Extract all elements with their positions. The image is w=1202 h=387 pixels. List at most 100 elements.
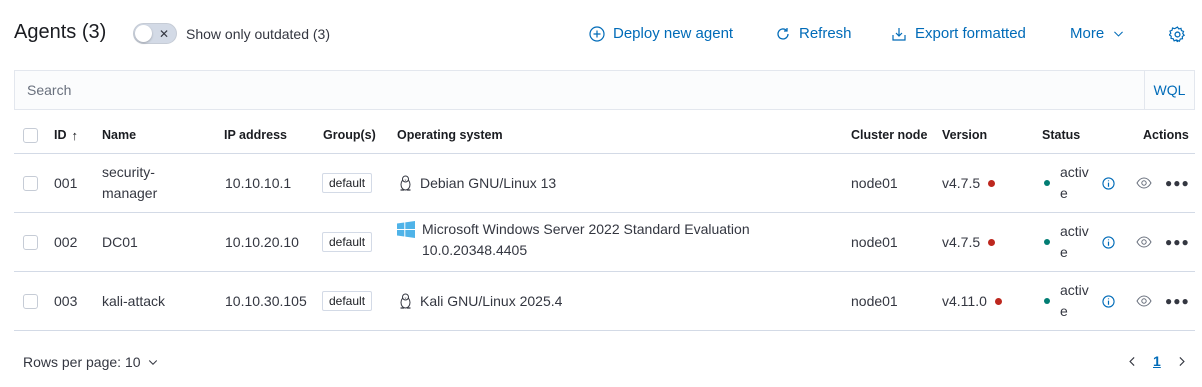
cluster-node: node01 (851, 175, 898, 191)
chevron-down-icon (1114, 31, 1124, 37)
chevron-right-icon[interactable] (1175, 355, 1188, 368)
row-checkbox[interactable] (23, 234, 38, 250)
export-formatted-label: Export formatted (915, 25, 1026, 42)
sort-ascending-icon: ↑ (71, 127, 79, 143)
linux-penguin-icon (400, 293, 411, 309)
column-header-groups[interactable]: Group(s) (323, 117, 376, 153)
agent-version: v4.7.5 (942, 175, 981, 191)
agent-name: kali-attack (102, 292, 166, 309)
rows-per-page-selector[interactable]: Rows per page: 10 (23, 354, 159, 370)
chevron-down-icon (148, 360, 157, 365)
refresh-icon (777, 27, 789, 40)
linux-penguin-icon (400, 175, 411, 191)
table-row[interactable]: 001 security-manager 10.10.10.1 default … (14, 154, 1195, 213)
status-dot (1044, 298, 1050, 304)
more-actions-icon[interactable]: ●●● (1165, 294, 1190, 308)
outdated-indicator (988, 179, 996, 187)
close-icon: ✕ (159, 27, 170, 41)
version-cell: v4.7.5 (942, 154, 996, 212)
toggle-knob (135, 25, 152, 42)
more-button[interactable]: More (1070, 25, 1125, 42)
select-all-cell (23, 117, 38, 153)
column-header-os[interactable]: Operating system (397, 117, 503, 153)
outdated-indicator (994, 297, 1002, 305)
agent-name: security-manager (102, 164, 158, 201)
version-cell: v4.11.0 (942, 272, 1002, 330)
info-icon[interactable] (1102, 294, 1115, 308)
cluster-node: node01 (851, 234, 898, 250)
refresh-label: Refresh (799, 25, 852, 42)
deploy-agent-label: Deploy new agent (613, 25, 734, 42)
header-bar: Agents (3) ✕ Show only outdated (3) Depl… (0, 0, 1202, 68)
agent-ip: 10.10.30.105 (225, 292, 307, 309)
wql-button[interactable]: WQL (1144, 71, 1194, 109)
deploy-agent-button[interactable]: Deploy new agent (589, 25, 733, 42)
column-header-name[interactable]: Name (102, 117, 136, 153)
os-name: Kali GNU/Linux 2025.4 (420, 293, 563, 309)
version-cell: v4.7.5 (942, 213, 996, 271)
gear-icon[interactable] (1169, 26, 1186, 43)
status-text: active (1060, 164, 1089, 201)
actions-cell: ●●● (1136, 154, 1190, 212)
outdated-toggle[interactable]: ✕ (133, 23, 177, 44)
agent-ip: 10.10.20.10 (225, 234, 299, 250)
actions-cell: ●●● (1136, 213, 1190, 271)
os-cell: Microsoft Windows Server 2022 Standard E… (397, 213, 797, 271)
column-header-cluster[interactable]: Cluster node (851, 117, 927, 153)
table-header: ID ↑ Name IP address Group(s) Operating … (14, 117, 1195, 154)
actions-cell: ●●● (1136, 272, 1190, 330)
outdated-toggle-label: Show only outdated (3) (186, 26, 330, 42)
row-checkbox[interactable] (23, 175, 38, 191)
refresh-button[interactable]: Refresh (775, 25, 852, 42)
more-actions-icon[interactable]: ●●● (1165, 176, 1190, 190)
row-checkbox-cell (23, 213, 38, 271)
eye-icon[interactable] (1136, 177, 1152, 189)
os-cell: Kali GNU/Linux 2025.4 (398, 272, 562, 330)
os-cell: Debian GNU/Linux 13 (398, 154, 556, 212)
column-header-version[interactable]: Version (942, 117, 987, 153)
group-badge[interactable]: default (322, 173, 373, 193)
page-number[interactable]: 1 (1153, 353, 1161, 369)
column-header-status[interactable]: Status (1042, 117, 1080, 153)
info-icon[interactable] (1102, 176, 1115, 190)
column-header-id[interactable]: ID ↑ (54, 117, 78, 153)
row-checkbox-cell (23, 154, 38, 212)
agent-version: v4.11.0 (942, 293, 987, 309)
download-icon (892, 27, 906, 41)
select-all-checkbox[interactable] (23, 127, 38, 143)
more-actions-icon[interactable]: ●●● (1165, 235, 1190, 249)
pagination: 1 (1126, 353, 1188, 369)
info-icon[interactable] (1102, 235, 1115, 249)
os-name: Debian GNU/Linux 13 (420, 175, 557, 191)
column-header-ip[interactable]: IP address (224, 117, 287, 153)
status-dot (1044, 180, 1050, 186)
page-title: Agents (3) (14, 21, 107, 43)
cluster-node: node01 (851, 293, 898, 309)
group-badge[interactable]: default (322, 291, 373, 311)
outdated-indicator (988, 238, 996, 246)
search-input[interactable] (15, 71, 1144, 109)
export-formatted-button[interactable]: Export formatted (891, 25, 1026, 42)
eye-icon[interactable] (1136, 236, 1152, 248)
column-id-label: ID (54, 128, 67, 142)
agent-name: DC01 (102, 233, 138, 250)
table-row[interactable]: 002 DC01 10.10.20.10 default Microsoft W… (14, 213, 1195, 272)
agent-version: v4.7.5 (942, 234, 981, 250)
row-checkbox[interactable] (23, 293, 38, 309)
plus-circle-icon (589, 25, 605, 42)
search-bar: WQL (14, 70, 1195, 110)
eye-icon[interactable] (1136, 295, 1152, 307)
agent-id: 001 (54, 175, 78, 191)
agent-id: 002 (54, 234, 78, 250)
status-dot (1044, 239, 1050, 245)
chevron-left-icon[interactable] (1126, 355, 1139, 368)
group-badge[interactable]: default (322, 232, 373, 252)
table-row[interactable]: 003 kali-attack 10.10.30.105 default Kal… (14, 272, 1195, 331)
os-name: Microsoft Windows Server 2022 Standard E… (422, 221, 750, 258)
agents-table: ID ↑ Name IP address Group(s) Operating … (14, 117, 1195, 331)
agent-ip: 10.10.10.1 (225, 175, 292, 191)
rows-per-page-label: Rows per page: 10 (23, 354, 141, 370)
status-cell: active (1044, 213, 1115, 271)
column-header-actions: Actions (1143, 128, 1189, 142)
status-text: active (1060, 282, 1089, 319)
